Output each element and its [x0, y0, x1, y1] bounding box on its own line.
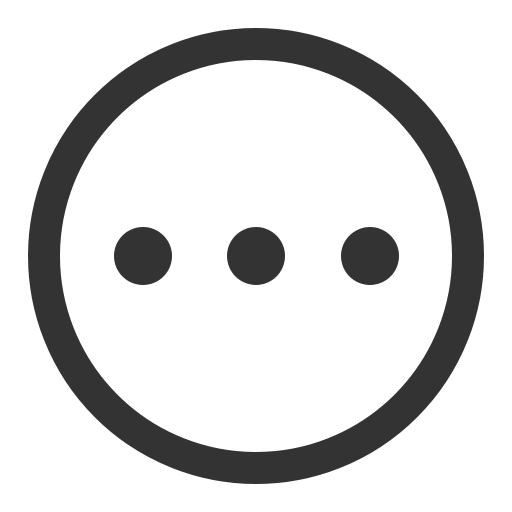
dot-middle [227, 227, 285, 285]
dot-right [341, 227, 399, 285]
icon-canvas [0, 0, 512, 512]
more-options-circle-icon[interactable] [0, 0, 512, 512]
dot-left [114, 227, 172, 285]
